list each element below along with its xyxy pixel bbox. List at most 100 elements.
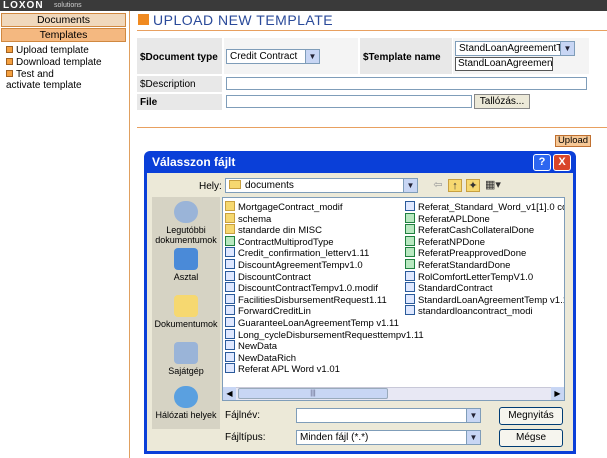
file-item[interactable]: ReferatCashCollateralDone <box>405 224 534 236</box>
exe-icon <box>405 247 415 258</box>
file-item[interactable]: ReferatNPDone <box>405 235 485 248</box>
place-label: Legutóbbi dokumentumok <box>155 225 217 245</box>
place-my-computer[interactable]: Sajátgép <box>152 342 220 376</box>
file-item[interactable]: Long_cycleDisbursementRequesttempv1.11 <box>225 328 424 341</box>
exe-icon <box>405 224 415 235</box>
place-desktop[interactable]: Asztal <box>152 248 220 282</box>
upload-button[interactable]: Upload <box>555 135 591 147</box>
bullet-icon <box>6 46 13 53</box>
file-item[interactable]: DiscountContract <box>225 270 311 283</box>
file-item-name: RolComfortLetterTempV1.0 <box>418 271 534 283</box>
up-folder-icon[interactable]: ↑ <box>448 179 462 192</box>
logo: LOXON <box>3 0 44 11</box>
file-item[interactable]: standardloancontract_modi <box>405 305 533 317</box>
bullet-icon <box>6 70 13 77</box>
doc-type-label: $Document type <box>140 52 218 63</box>
sidebar-item-upload-template[interactable]: Upload template <box>6 45 126 56</box>
doc-icon <box>225 328 235 339</box>
form-divider <box>137 127 607 128</box>
place-documents[interactable]: Dokumentumok <box>152 295 220 329</box>
file-item[interactable]: NewData <box>225 340 277 352</box>
scroll-right-icon[interactable]: ▶ <box>551 387 564 400</box>
cancel-button[interactable]: Mégse <box>499 429 563 447</box>
desktop-icon <box>174 248 198 270</box>
file-item[interactable]: GuaranteeLoanAgreementTemp v1.11 <box>225 317 399 329</box>
file-item-name: ReferatAPLDone <box>418 213 490 225</box>
filetype-combo[interactable]: Minden fájl (*.*) ▼ <box>296 430 481 445</box>
new-folder-icon[interactable]: ✦ <box>466 179 480 192</box>
doc-icon <box>225 282 235 293</box>
file-item[interactable]: schema <box>225 212 271 225</box>
file-list[interactable]: MortgageContract_modif schema standarde di… <box>222 197 565 401</box>
file-item-name: Long_cycleDisbursementRequesttempv1.11 <box>238 329 424 341</box>
sidebar-documents-button[interactable]: Documents <box>1 13 126 27</box>
file-item[interactable]: NewDataRich <box>225 351 296 364</box>
folder-icon <box>225 224 235 235</box>
scroll-left-icon[interactable]: ◀ <box>223 387 236 400</box>
file-item[interactable]: Referat APL Word v1.01 <box>225 363 340 375</box>
chevron-down-icon[interactable]: ▼ <box>305 50 319 63</box>
bullet-icon <box>6 58 13 65</box>
file-item[interactable]: FacilitiesDisbursementRequest1.11 <box>225 293 387 306</box>
chevron-down-icon[interactable]: ▼ <box>466 409 480 422</box>
open-button[interactable]: Megnyitás <box>499 407 563 425</box>
file-item-name: MortgageContract_modif <box>238 202 343 213</box>
template-name-label: $Template name <box>363 52 441 63</box>
view-menu-icon[interactable]: ▦▾ <box>484 179 502 192</box>
file-label: File <box>140 97 158 108</box>
exe-icon <box>405 259 415 269</box>
template-name-select-value: StandLoanAgreementTemp <box>459 43 575 54</box>
file-item[interactable]: RolComfortLetterTempV1.0 <box>405 270 534 283</box>
doc-icon <box>225 317 235 327</box>
file-item[interactable]: Credit_confirmation_letterv1.11 <box>225 247 369 259</box>
file-item[interactable]: DiscountAgreementTempv1.0 <box>225 259 363 271</box>
place-label: Dokumentumok <box>154 319 218 329</box>
file-item[interactable]: StandardContract <box>405 282 492 294</box>
file-item[interactable]: ContractMultiprodType <box>225 235 334 248</box>
file-item[interactable]: Referat_Standard_Word_v1[1].0 conve <box>405 201 564 213</box>
doc-type-select[interactable]: Credit Contract ▼ <box>226 49 320 64</box>
filename-combo[interactable]: ▼ <box>296 408 481 423</box>
file-item[interactable]: StandardLoanAgreementTemp v1.1 <box>405 293 564 306</box>
file-path-input[interactable] <box>226 95 472 108</box>
doc-icon <box>225 270 235 281</box>
file-item-name: ReferatPreapprovedDone <box>418 248 527 260</box>
file-item[interactable]: ReferatStandardDone <box>405 259 510 271</box>
doc-icon <box>225 363 235 374</box>
place-label: Asztal <box>173 272 199 282</box>
description-input[interactable] <box>226 77 587 90</box>
sidebar-templates-button[interactable]: Templates <box>1 28 126 42</box>
back-icon[interactable]: ⇦ <box>431 179 445 192</box>
file-item[interactable]: ForwardCreditLin <box>225 305 311 317</box>
place-recent[interactable]: Legutóbbi dokumentumok <box>152 201 220 245</box>
dialog-title: Válasszon fájlt <box>152 155 236 169</box>
doc-type-value: Credit Contract <box>230 51 298 62</box>
file-item[interactable]: ReferatPreapprovedDone <box>405 247 526 259</box>
chevron-down-icon[interactable]: ▼ <box>466 431 480 444</box>
file-item[interactable]: DiscountContractTempv1.0.modif <box>225 282 378 294</box>
place-network[interactable]: Hálózati helyek <box>152 386 220 420</box>
sidebar-item-test-activate-template[interactable]: Test and activate template <box>6 69 86 91</box>
logo-subtitle: solutions <box>54 2 82 9</box>
filetype-value: Minden fájl (*.*) <box>300 432 369 443</box>
file-item[interactable]: MortgageContract_modif <box>225 201 343 213</box>
file-item-name: ContractMultiprodType <box>238 236 334 248</box>
file-item-name: DiscountContract <box>238 271 311 283</box>
close-button[interactable]: X <box>553 154 571 171</box>
filename-label: Fájlnév: <box>225 410 261 421</box>
file-item-name: standarde din MISC <box>238 225 322 237</box>
file-item-name: Referat_Standard_Word_v1[1].0 conve <box>418 202 564 213</box>
scrollbar-thumb[interactable]: ||| <box>238 388 388 399</box>
folder-icon <box>225 201 235 211</box>
location-combo[interactable]: documents ▼ <box>225 178 418 193</box>
file-item[interactable]: ReferatAPLDone <box>405 212 490 225</box>
chevron-down-icon[interactable]: ▼ <box>403 179 417 192</box>
file-item[interactable]: standarde din MISC <box>225 224 322 236</box>
chevron-down-icon[interactable]: ▼ <box>560 42 574 55</box>
template-name-input[interactable]: StandLoanAgreementTem <box>455 57 553 71</box>
browse-button[interactable]: Tallózás... <box>474 94 530 109</box>
help-button[interactable]: ? <box>533 154 551 171</box>
sidebar-item-download-template[interactable]: Download template <box>6 57 126 68</box>
file-item-name: ReferatCashCollateralDone <box>418 225 535 237</box>
template-name-select[interactable]: StandLoanAgreementTemp ▼ <box>455 41 575 56</box>
